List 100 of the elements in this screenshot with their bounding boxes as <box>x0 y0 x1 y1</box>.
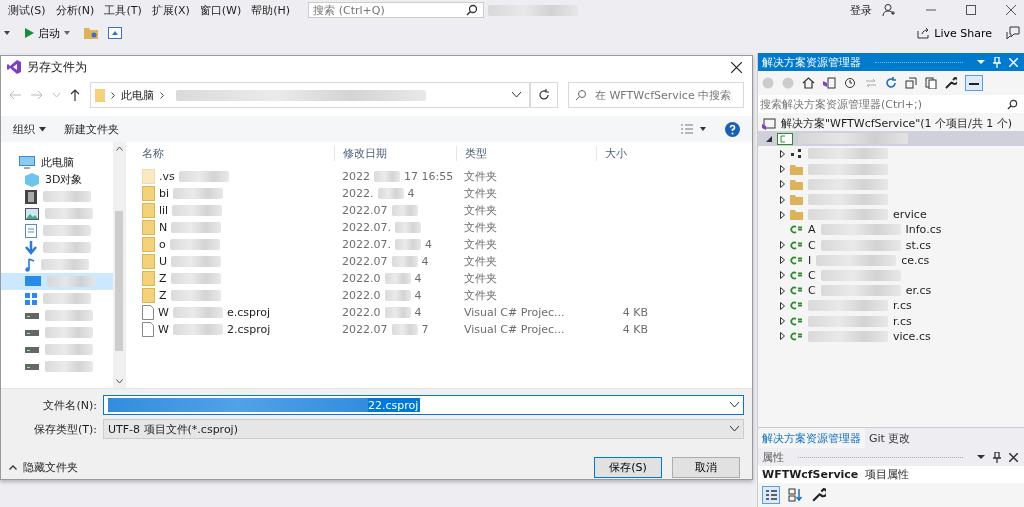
file-name[interactable]: lil <box>159 204 169 217</box>
modified-date: 2022.0 <box>342 289 381 302</box>
copy-icon[interactable] <box>925 77 937 89</box>
organize-menu[interactable]: 组织 <box>13 121 46 137</box>
menu-item[interactable]: 分析(N) <box>55 2 95 18</box>
wrench-icon[interactable] <box>945 77 957 89</box>
file-name[interactable]: U <box>159 255 168 268</box>
file-type-dropdown[interactable]: UTF-8 项目文件(*.csproj) <box>103 419 744 439</box>
dropdown-icon[interactable] <box>977 454 985 460</box>
cancel-button[interactable]: 取消 <box>672 457 740 478</box>
menu-item[interactable]: 扩展(X) <box>151 2 190 18</box>
blurred-text <box>45 310 93 321</box>
help-icon[interactable] <box>725 121 740 137</box>
modified-date: 7 <box>421 323 429 336</box>
field-label: 文件名(N): <box>42 397 97 413</box>
collapse-icon[interactable] <box>905 77 917 89</box>
nav-item[interactable]: 此电脑 <box>1 154 113 171</box>
menu-item[interactable]: 测试(S) <box>8 2 46 18</box>
scroll-down-icon[interactable] <box>115 379 123 384</box>
reference-icon <box>790 148 803 160</box>
file-name[interactable]: e.csproj <box>226 306 270 319</box>
blurred-text <box>391 324 418 335</box>
tree-item[interactable]: ervice <box>758 207 1024 223</box>
dropdown-icon[interactable] <box>512 92 521 98</box>
up-icon[interactable] <box>70 89 80 101</box>
tree-item[interactable]: r.cs <box>758 298 1024 314</box>
tree-item[interactable]: vice.cs <box>758 328 1024 344</box>
menu-item[interactable]: 工具(T) <box>104 2 142 18</box>
file-name[interactable]: o <box>159 238 166 251</box>
start-button[interactable]: 启动 <box>20 23 74 43</box>
preview-icon[interactable] <box>965 75 983 91</box>
nav-item[interactable]: 3D对象 <box>1 171 113 188</box>
solution-icon[interactable] <box>823 77 836 89</box>
object-selector[interactable]: WFTWcfService 项目属性 <box>758 466 1024 483</box>
scroll-up-icon[interactable] <box>115 146 123 151</box>
tree-item[interactable]: r.cs <box>758 313 1024 329</box>
new-folder-button[interactable]: 新建文件夹 <box>64 121 119 137</box>
project-node[interactable] <box>758 131 1024 147</box>
close-icon[interactable] <box>1006 5 1016 15</box>
file-name[interactable]: bi <box>159 187 170 200</box>
drive-icon <box>25 311 39 320</box>
menu-item[interactable]: 窗口(W) <box>199 2 242 18</box>
refresh-icon[interactable] <box>885 77 897 89</box>
scrollbar[interactable] <box>113 142 125 388</box>
refresh-button[interactable] <box>530 82 558 108</box>
maximize-icon[interactable] <box>966 5 976 15</box>
desktop-icon <box>25 275 41 288</box>
column-header[interactable]: 名称 <box>134 145 334 161</box>
save-button[interactable]: 保存(S) <box>594 457 662 478</box>
tree-item[interactable]: C st.cs <box>758 237 1024 253</box>
file-name[interactable]: Z <box>159 272 167 285</box>
column-header[interactable]: 修改日期 <box>334 145 456 161</box>
dropdown-icon[interactable] <box>730 402 739 408</box>
file-name[interactable]: 2.csproj <box>226 323 271 336</box>
folder-icon[interactable] <box>84 27 98 39</box>
file-name[interactable]: W <box>158 323 169 336</box>
panel-tab[interactable]: Git 更改 <box>865 428 915 448</box>
solution-node[interactable]: 解决方案"WFTWcfService"(1 个项目/共 1 个) <box>781 116 1013 132</box>
blurred-text <box>45 361 93 372</box>
hide-folders-toggle[interactable]: 隐藏文件夹 <box>9 460 78 475</box>
menu-item[interactable]: 帮助(H) <box>251 2 291 18</box>
file-name[interactable]: W <box>158 306 169 319</box>
browser-icon[interactable] <box>108 27 122 39</box>
address-bar[interactable]: 此电脑 <box>90 82 530 108</box>
live-share-button[interactable]: Live Share <box>913 24 996 42</box>
close-icon[interactable] <box>731 61 742 73</box>
sort-icon[interactable] <box>788 487 804 503</box>
modified-date: 4 <box>425 238 432 251</box>
search-field[interactable]: 搜索 (Ctrl+Q) <box>308 2 485 18</box>
tree-item[interactable]: C <box>758 267 1024 284</box>
tree-item[interactable]: I ce.cs <box>758 252 1024 268</box>
pin-icon[interactable] <box>993 451 1001 463</box>
file-name[interactable]: N <box>159 221 168 234</box>
dropdown-icon[interactable] <box>4 30 10 36</box>
tree-item[interactable]: A Info.cs <box>758 222 1024 238</box>
search-field[interactable]: 搜索解决方案资源管理器(Ctrl+;) <box>758 95 1024 113</box>
column-header[interactable]: 大小 <box>596 145 652 161</box>
view-options-icon[interactable] <box>681 124 707 134</box>
column-header[interactable]: 类型 <box>456 145 596 161</box>
history-icon[interactable] <box>844 77 857 89</box>
file-type: 文件夹 <box>463 254 498 269</box>
file-type: 文件夹 <box>463 169 498 184</box>
tree-item[interactable]: C er.cs <box>758 283 1024 299</box>
categorized-icon[interactable] <box>762 486 780 504</box>
search-field[interactable]: 在 WFTWcfService 中搜索 <box>568 82 744 108</box>
file-name[interactable]: Z <box>159 289 167 302</box>
feedback-icon[interactable] <box>1006 26 1020 40</box>
login-link[interactable]: 登录 <box>850 2 872 18</box>
file-name[interactable]: .vs <box>159 170 175 183</box>
blurred-text <box>43 242 91 253</box>
chevron-icon <box>111 91 115 99</box>
field-label: 保存类型(T): <box>33 421 97 437</box>
filename-field[interactable]: 22.csproj <box>103 395 744 415</box>
wrench-icon[interactable] <box>812 488 826 502</box>
csharp-file-icon <box>790 254 803 266</box>
panel-tab[interactable]: 解决方案资源管理器 <box>758 428 865 448</box>
modified-date: 4 <box>414 306 422 319</box>
path-segment[interactable]: 此电脑 <box>121 87 154 103</box>
close-icon[interactable] <box>1009 452 1018 462</box>
home-icon[interactable] <box>802 77 815 89</box>
